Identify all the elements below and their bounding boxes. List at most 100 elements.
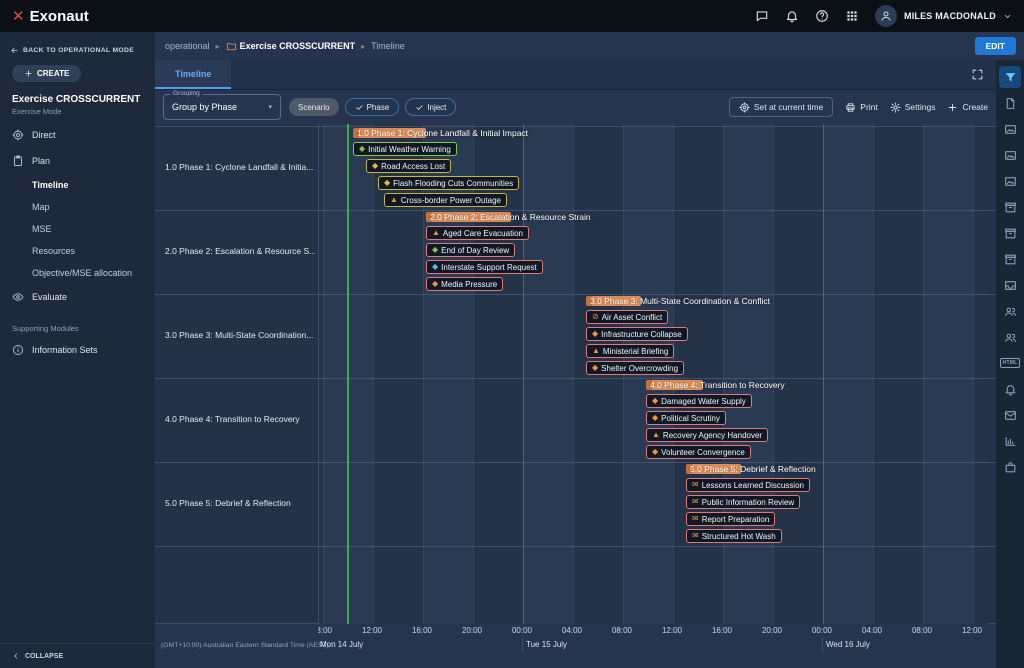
axis-tick-label: 12:00 xyxy=(962,626,982,635)
filter-chip-phase[interactable]: Phase xyxy=(345,98,400,116)
sidebar-item-plan[interactable]: Plan xyxy=(0,148,155,174)
rail-document-icon[interactable] xyxy=(999,92,1021,114)
app-window: ✕ Exonaut MILES MACDONALD BACK TO OPERAT… xyxy=(0,0,1024,668)
archive-icon xyxy=(1004,227,1017,240)
briefcase-icon xyxy=(1004,461,1017,474)
inject-item[interactable]: ✉Lessons Learned Discussion xyxy=(686,478,810,492)
inject-item[interactable]: ▲Cross-border Power Outage xyxy=(384,193,507,207)
collapse-button[interactable]: COLLAPSE xyxy=(0,643,155,668)
rail-archive-icon[interactable] xyxy=(999,248,1021,270)
breadcrumb-item-operational[interactable]: operational xyxy=(165,41,210,51)
timeline-canvas[interactable]: 1.0 Phase 1: Cyclone Landfall & Initial … xyxy=(318,124,988,624)
image-icon xyxy=(1004,123,1017,136)
inject-item[interactable]: ◆Initial Weather Warning xyxy=(353,142,457,156)
rail-image-icon[interactable] xyxy=(999,118,1021,140)
inject-item[interactable]: ▲Recovery Agency Handover xyxy=(646,428,768,442)
rail-archive-icon[interactable] xyxy=(999,196,1021,218)
breadcrumb-item-exercise-crosscurrent[interactable]: Exercise CROSSCURRENT xyxy=(226,41,356,52)
inject-item[interactable]: ◆Political Scrutiny xyxy=(646,411,726,425)
settings-button[interactable]: Settings xyxy=(890,102,936,113)
sidebar-item-map[interactable]: Map xyxy=(0,196,155,218)
day-label: Tue 15 July xyxy=(526,640,567,649)
axis-tick-label: 16:00 xyxy=(412,626,432,635)
rail-users-icon[interactable] xyxy=(999,300,1021,322)
gridline xyxy=(923,124,924,624)
target-icon xyxy=(739,102,750,113)
sidebar-item-resources[interactable]: Resources xyxy=(0,240,155,262)
breadcrumb-item-timeline[interactable]: Timeline xyxy=(371,41,405,51)
sidebar-item-objective-mse-allocation[interactable]: Objective/MSE allocation xyxy=(0,262,155,284)
inject-label: Initial Weather Warning xyxy=(368,145,451,154)
inject-item[interactable]: ◆Infrastructure Collapse xyxy=(586,327,688,341)
mail-icon: ✉ xyxy=(692,515,699,523)
axis-tick-label: 16:00 xyxy=(712,626,732,635)
rail-users-icon[interactable] xyxy=(999,326,1021,348)
inject-item[interactable]: ▲Aged Care Evacuation xyxy=(426,226,529,240)
inject-item[interactable]: ◆Damaged Water Supply xyxy=(646,394,752,408)
rail-bell-icon[interactable] xyxy=(999,378,1021,400)
rail-tray-icon[interactable] xyxy=(999,274,1021,296)
create-button[interactable]: CREATE xyxy=(12,65,81,82)
edit-button[interactable]: EDIT xyxy=(975,37,1016,55)
sidebar-item-direct[interactable]: Direct xyxy=(0,122,155,148)
user-name: MILES MACDONALD xyxy=(904,11,996,21)
filter-chip-inject[interactable]: Inject xyxy=(405,98,456,116)
inject-item[interactable]: ◆Volunteer Convergence xyxy=(646,445,751,459)
inject-item[interactable]: ◆Road Access Lost xyxy=(366,159,451,173)
arrow-left-icon xyxy=(10,46,19,55)
rail-filter-icon[interactable] xyxy=(999,66,1021,88)
inject-item[interactable]: ✉Structured Hot Wash xyxy=(686,529,782,543)
filter-chip-scenario[interactable]: Scenario xyxy=(289,98,339,116)
axis-tick-label: 20:00 xyxy=(762,626,782,635)
apps-button[interactable] xyxy=(845,7,859,25)
gridline xyxy=(873,124,874,624)
gridline xyxy=(573,124,574,624)
inject-item[interactable]: ✉Public Information Review xyxy=(686,495,800,509)
chat-button[interactable] xyxy=(755,7,769,25)
sidebar-item-mse[interactable]: MSE xyxy=(0,218,155,240)
create-button[interactable]: Create xyxy=(947,102,988,113)
inject-item[interactable]: ◆Interstate Support Request xyxy=(426,260,543,274)
topbar: ✕ Exonaut MILES MACDONALD xyxy=(0,0,1024,32)
sidebar-item-timeline[interactable]: Timeline xyxy=(0,174,155,196)
inject-item[interactable]: ◆Shelter Overcrowding xyxy=(586,361,684,375)
rail-image-icon[interactable] xyxy=(999,170,1021,192)
rail-html-icon[interactable]: HTML xyxy=(999,352,1021,374)
rail-mail-icon[interactable] xyxy=(999,404,1021,426)
folder-icon xyxy=(226,41,237,52)
set-at-current-time-button[interactable]: Set at current time xyxy=(729,97,833,117)
tab-bar: Timeline xyxy=(155,60,996,90)
check-icon xyxy=(415,103,424,112)
help-button[interactable] xyxy=(815,7,829,25)
rail-briefcase-icon[interactable] xyxy=(999,456,1021,478)
inject-item[interactable]: ◆Flash Flooding Cuts Communities xyxy=(378,176,519,190)
collapse-label: COLLAPSE xyxy=(25,653,63,660)
inject-item[interactable]: ⊘Air Asset Conflict xyxy=(586,310,668,324)
sidebar-item-evaluate[interactable]: Evaluate xyxy=(0,284,155,310)
print-button[interactable]: Print xyxy=(845,102,877,113)
inject-item[interactable]: ✉Report Preparation xyxy=(686,512,775,526)
tab-timeline[interactable]: Timeline xyxy=(155,60,231,89)
inject-item[interactable]: ◆Media Pressure xyxy=(426,277,503,291)
row-separator xyxy=(155,378,996,379)
sidebar-item-information-sets[interactable]: Information Sets xyxy=(0,337,155,363)
tabs: Timeline xyxy=(155,60,231,89)
back-to-operational-mode-link[interactable]: BACK TO OPERATIONAL MODE xyxy=(0,40,155,61)
inject-item[interactable]: ▲Ministerial Briefing xyxy=(586,344,674,358)
axis-tick-label: 08:00 xyxy=(318,626,332,635)
rail-archive-icon[interactable] xyxy=(999,222,1021,244)
fullscreen-button[interactable] xyxy=(971,66,984,84)
inject-label: Infrastructure Collapse xyxy=(601,330,681,339)
plan-icon xyxy=(12,155,24,167)
rail-chart-icon[interactable] xyxy=(999,430,1021,452)
inject-item[interactable]: ◆End of Day Review xyxy=(426,243,515,257)
phase-bar-label: 5.0 Phase 5: Debrief & Reflection xyxy=(690,464,816,474)
grouping-select[interactable]: Grouping Group by Phase ▾ xyxy=(163,94,281,120)
phase-bar-label: 1.0 Phase 1: Cyclone Landfall & Initial … xyxy=(357,128,528,138)
rail-image-icon[interactable] xyxy=(999,144,1021,166)
warning-icon: ▲ xyxy=(592,347,600,355)
user-menu[interactable]: MILES MACDONALD xyxy=(875,5,1012,27)
axis-tick-label: 04:00 xyxy=(562,626,582,635)
timeline-toolbar: Grouping Group by Phase ▾ Scenario Phase I… xyxy=(155,90,996,124)
bell-button[interactable] xyxy=(785,7,799,25)
